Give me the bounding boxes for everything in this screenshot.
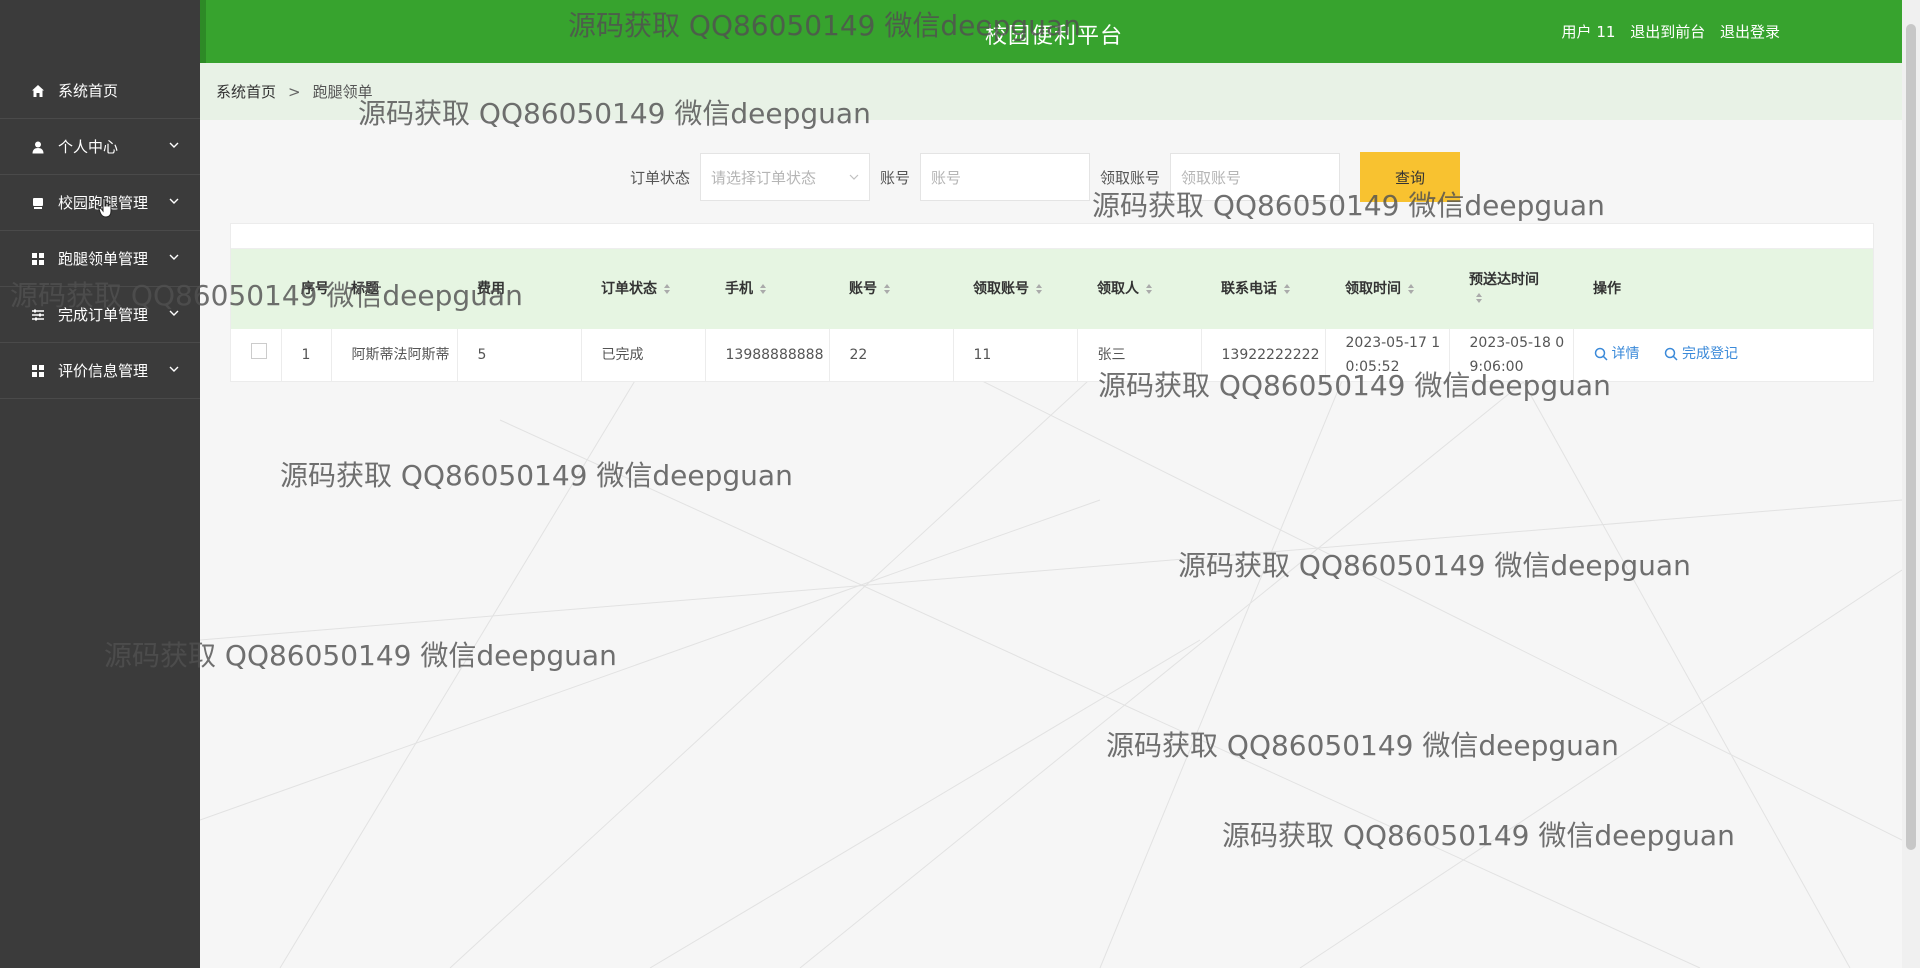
column-header-receiver[interactable]: 领取人 [1077, 249, 1201, 329]
logout-link[interactable]: 退出登录 [1720, 23, 1780, 41]
search-bar: 订单状态 请选择订单状态 账号 账号 领取账号 领取账号 查询 [630, 152, 1461, 202]
column-header-contact[interactable]: 联系电话 [1201, 249, 1325, 329]
column-header-status[interactable]: 订单状态 [581, 249, 705, 329]
cell-index: 1 [281, 329, 332, 381]
select-all-header[interactable] [231, 249, 281, 329]
complete-register-button[interactable]: 完成登记 [1664, 342, 1738, 366]
breadcrumb: 系统首页 > 跑腿领单 [200, 63, 1902, 120]
account-input[interactable]: 账号 [920, 153, 1091, 201]
sort-icon[interactable] [1407, 283, 1415, 295]
top-links: 用户 11 退出到前台 退出登录 [1552, 21, 1780, 42]
sidebar-item-review-management[interactable]: 评价信息管理 [0, 343, 200, 399]
sidebar-item-label: 评价信息管理 [58, 362, 149, 380]
breadcrumb-current: 跑腿领单 [312, 83, 373, 101]
receiver-account-placeholder: 领取账号 [1181, 168, 1242, 187]
cell-contact: 13922222222 [1201, 329, 1326, 381]
cell-eta: 2023-05-18 09:06:00 [1449, 329, 1574, 381]
table-toolbar [231, 224, 1873, 249]
order-status-select[interactable]: 请选择订单状态 [700, 153, 871, 201]
cell-account: 22 [829, 329, 954, 381]
table-row: 1 阿斯蒂法阿斯蒂 5 已完成 13988888888 22 11 张三 139… [231, 329, 1873, 381]
account-placeholder: 账号 [931, 168, 962, 187]
home-icon [30, 83, 46, 99]
sort-icon[interactable] [663, 283, 671, 295]
sidebar-item-completed-orders[interactable]: 完成订单管理 [0, 287, 200, 343]
chevron-down-icon [169, 142, 179, 148]
search-icon [1594, 347, 1608, 361]
column-header-actions: 操作 [1593, 281, 1621, 297]
sidebar-item-home[interactable]: 系统首页 [0, 63, 200, 119]
cell-receive-time: 2023-05-17 10:05:52 [1325, 329, 1450, 381]
sidebar: 系统首页 个人中心 校园跑腿管理 跑腿领单管理 完成订单管理 评价信息 [0, 0, 200, 968]
account-label: 账号 [880, 168, 911, 187]
sidebar-item-label: 系统首页 [58, 82, 119, 100]
cell-receiver-account: 11 [953, 329, 1078, 381]
receiver-account-label: 领取账号 [1100, 168, 1161, 187]
row-checkbox-cell[interactable] [231, 329, 282, 381]
breadcrumb-separator: > [288, 82, 301, 101]
query-button[interactable]: 查询 [1360, 152, 1461, 202]
chevron-down-icon [169, 310, 179, 316]
orders-table: 序号 标题 费用 订单状态 手机 账号 领取账号 领取人 联系电话 领取时间 预… [230, 223, 1874, 382]
column-header-phone[interactable]: 手机 [705, 249, 829, 329]
sidebar-item-label: 跑腿领单管理 [58, 250, 149, 268]
cell-status: 已完成 [581, 329, 706, 381]
main-content: 订单状态 请选择订单状态 账号 账号 领取账号 领取账号 查询 序号 标题 费用… [200, 120, 1902, 968]
column-header-receive-time[interactable]: 领取时间 [1325, 249, 1449, 329]
sidebar-item-label: 完成订单管理 [58, 306, 149, 324]
grid-icon [30, 363, 46, 379]
order-status-placeholder: 请选择订单状态 [711, 168, 817, 187]
search-icon [1664, 347, 1678, 361]
table-header-row: 序号 标题 费用 订单状态 手机 账号 领取账号 领取人 联系电话 领取时间 预… [231, 249, 1873, 329]
complete-register-label: 完成登记 [1681, 345, 1738, 362]
detail-label: 详情 [1611, 345, 1640, 362]
column-header-receiver-account[interactable]: 领取账号 [953, 249, 1077, 329]
row-checkbox[interactable] [251, 343, 267, 359]
user-label: 用户 11 [1561, 23, 1616, 41]
sort-icon[interactable] [1475, 292, 1483, 304]
mouse-cursor-icon [98, 197, 112, 218]
chevron-down-icon [849, 174, 859, 180]
sliders-icon [30, 307, 46, 323]
chevron-down-icon [169, 366, 179, 372]
column-header-account[interactable]: 账号 [829, 249, 953, 329]
cell-phone: 13988888888 [705, 329, 830, 381]
cell-title: 阿斯蒂法阿斯蒂 [331, 329, 458, 381]
column-header-title[interactable]: 标题 [331, 249, 457, 329]
user-icon [30, 139, 46, 155]
top-header: 校园便利平台 用户 11 退出到前台 退出登录 [200, 0, 1902, 63]
sort-icon[interactable] [759, 283, 767, 295]
data-table: 序号 标题 费用 订单状态 手机 账号 领取账号 领取人 联系电话 领取时间 预… [231, 249, 1873, 381]
sort-icon[interactable] [1283, 283, 1291, 295]
page-scrollbar[interactable] [1902, 0, 1920, 968]
grid-icon [30, 251, 46, 267]
sidebar-brand-area [0, 0, 200, 63]
sidebar-item-label: 个人中心 [58, 138, 119, 156]
exit-to-front-link[interactable]: 退出到前台 [1630, 23, 1705, 41]
sort-icon[interactable] [1035, 283, 1043, 295]
column-header-fee[interactable]: 费用 [457, 249, 581, 329]
breadcrumb-home[interactable]: 系统首页 [216, 81, 276, 102]
sidebar-item-errand-management[interactable]: 校园跑腿管理 [0, 175, 200, 231]
chevron-down-icon [169, 254, 179, 260]
order-status-label: 订单状态 [630, 168, 691, 187]
sort-icon[interactable] [1145, 283, 1153, 295]
sort-icon[interactable] [883, 283, 891, 295]
column-header-index: 序号 [301, 281, 329, 297]
chevron-down-icon [169, 198, 179, 204]
receiver-account-input[interactable]: 领取账号 [1170, 153, 1341, 201]
column-header-eta[interactable]: 预送达时间 [1449, 249, 1573, 329]
cell-actions: 详情 完成登记 [1573, 329, 1873, 381]
cell-receiver: 张三 [1077, 329, 1202, 381]
cell-fee: 5 [457, 329, 582, 381]
detail-button[interactable]: 详情 [1594, 342, 1640, 366]
box-icon [30, 195, 46, 211]
scrollbar-thumb[interactable] [1906, 24, 1916, 850]
sidebar-item-personal-center[interactable]: 个人中心 [0, 119, 200, 175]
sidebar-item-order-taking-management[interactable]: 跑腿领单管理 [0, 231, 200, 287]
